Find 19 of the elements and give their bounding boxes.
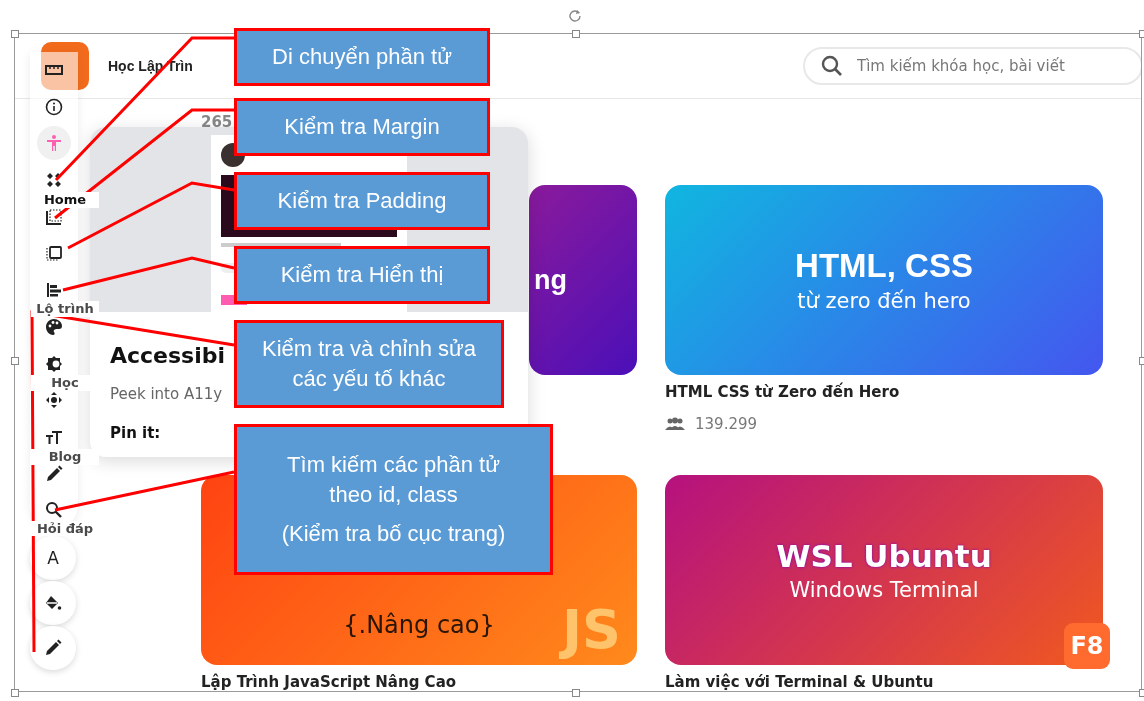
callout-text: Tìm kiếm các phần tử theo id, class: [286, 450, 501, 509]
callout-text: (Kiểm tra bố cục trang): [281, 520, 506, 549]
banner-subheading: Windows Terminal: [789, 578, 979, 602]
banner-heading: WSL Ubuntu: [776, 538, 992, 574]
banner-heading: ng: [534, 264, 567, 296]
popup-title: Accessibi: [110, 343, 226, 368]
callout-text: Di chuyển phần tử: [272, 43, 452, 72]
callout-text: Kiểm tra và chỉnh sửa các yếu tố khác: [260, 335, 477, 393]
popup-description: Peek into A11y: [110, 385, 223, 403]
banner-subheading: từ zero đến hero: [797, 289, 971, 313]
student-count: 139.299: [695, 415, 758, 433]
logo-badge: F8: [1064, 623, 1110, 669]
banner-subheading: {.Nâng cao}: [343, 611, 495, 639]
pin-label: Pin it:: [110, 424, 161, 442]
callout-text: Kiểm tra Hiển thị: [280, 261, 444, 290]
callout-text: Kiểm tra Padding: [277, 187, 447, 216]
callout-text: Kiểm tra Margin: [284, 113, 440, 142]
banner-heading: HTML, CSS: [795, 247, 973, 285]
section-count: 265: [201, 113, 233, 133]
